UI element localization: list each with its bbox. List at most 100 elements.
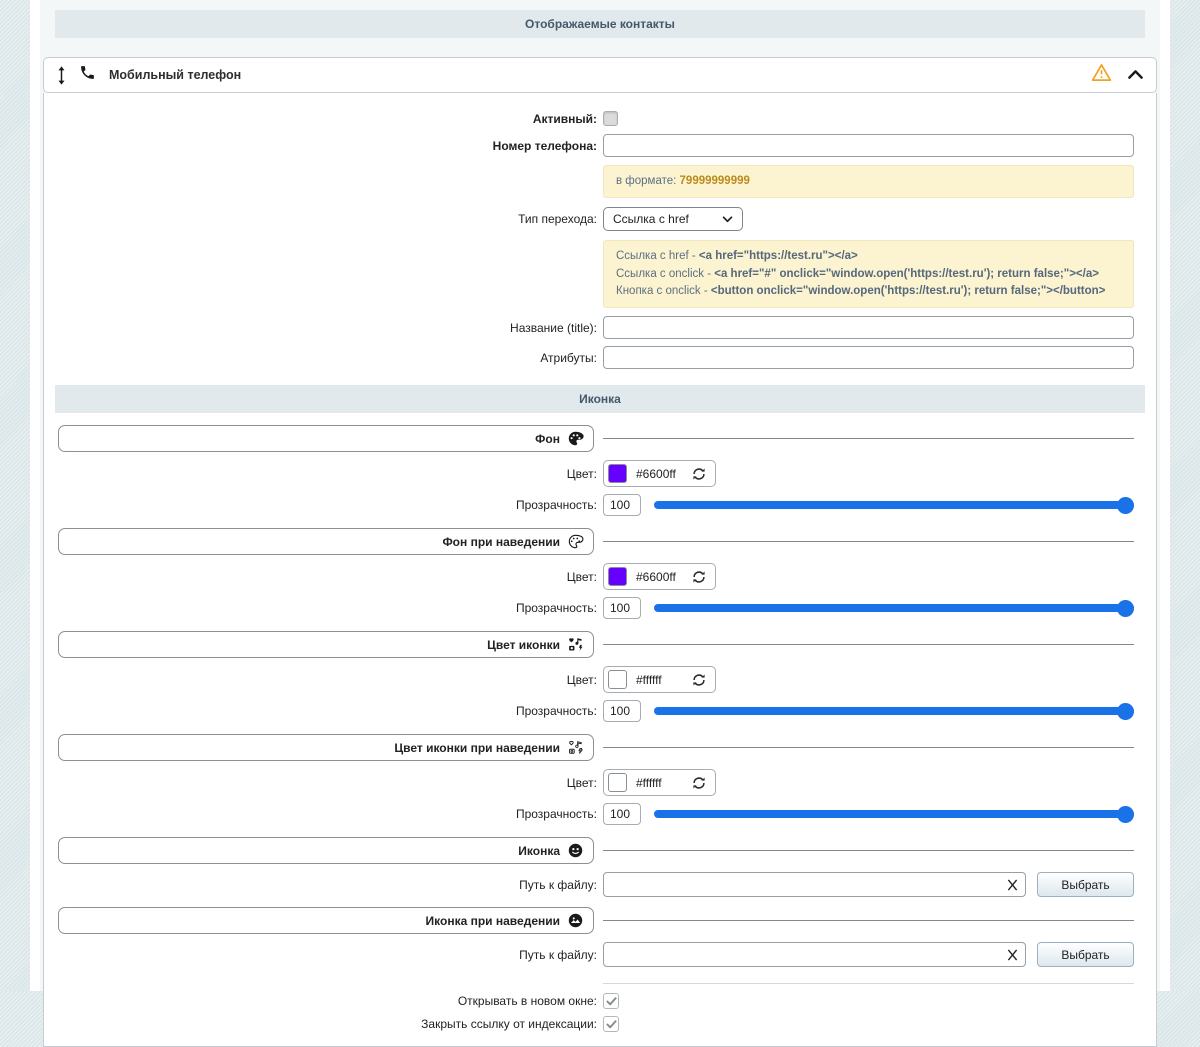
contacts-section-title: Отображаемые контакты (525, 17, 675, 31)
icon-file-row: Путь к файлу: Выбрать (58, 872, 1134, 897)
icon-hover-file-row: Путь к файлу: Выбрать (58, 942, 1134, 967)
active-checkbox[interactable] (603, 111, 618, 126)
title-field-label: Название (title): (58, 321, 603, 335)
attributes-row: Атрибуты: (58, 346, 1134, 369)
file-path-input[interactable] (603, 942, 1026, 967)
opacity-input[interactable] (603, 494, 641, 516)
palette-icon (567, 430, 584, 447)
icon-face-icon (567, 842, 584, 859)
opacity-input[interactable] (603, 700, 641, 722)
warning-icon (1091, 63, 1112, 87)
icon-color-opacity-row: Прозрачность: (58, 700, 1134, 722)
group-divider-line (603, 541, 1134, 542)
icon-section-header: Иконка (55, 385, 1145, 413)
icon-color-row: Цвет: #ffffff (58, 666, 1134, 693)
icon-hover-file-group-pill: Иконка при наведении (58, 907, 594, 934)
background-opacity-row: Прозрачность: (58, 494, 1134, 516)
check-icon (606, 997, 617, 1006)
icon-color-hover-row: Цвет: #ffffff (58, 769, 1134, 796)
footer-divider (58, 983, 1134, 984)
phone-format-hint: в формате: 79999999999 (603, 165, 1134, 198)
color-swatch[interactable] (608, 773, 627, 792)
noindex-checkbox[interactable] (603, 1016, 619, 1032)
choose-file-button[interactable]: Выбрать (1037, 942, 1134, 967)
color-hex-value: #6600ff (636, 467, 683, 481)
clear-file-icon[interactable] (1007, 878, 1018, 891)
icon-hover-file-group-header: Иконка при наведении (58, 907, 1134, 934)
reset-color-button[interactable] (692, 673, 706, 687)
phone-hint-row: в формате: 79999999999 (58, 165, 1134, 198)
opacity-label: Прозрачность: (58, 498, 603, 512)
phone-format-example: 79999999999 (680, 175, 750, 187)
opacity-label: Прозрачность: (58, 601, 603, 615)
icons-icon (567, 636, 584, 653)
icon-color-group-pill: Цвет иконки (58, 631, 594, 658)
opacity-input[interactable] (603, 803, 641, 825)
color-label: Цвет: (58, 467, 603, 481)
icon-file-group-header: Иконка (58, 837, 1134, 864)
new-window-checkbox[interactable] (603, 993, 619, 1009)
color-swatch[interactable] (608, 464, 627, 483)
group-divider-line (603, 747, 1134, 748)
slider-thumb[interactable] (1117, 600, 1134, 617)
file-path-input[interactable] (603, 872, 1026, 897)
icon-color-widget: #ffffff (603, 666, 716, 693)
group-divider-line (603, 644, 1134, 645)
opacity-slider[interactable] (654, 703, 1134, 720)
background-color-widget: #6600ff (603, 460, 716, 487)
title-input[interactable] (603, 316, 1134, 339)
color-swatch[interactable] (608, 670, 627, 689)
phone-input[interactable] (603, 134, 1134, 157)
opacity-slider[interactable] (654, 806, 1134, 823)
slider-thumb[interactable] (1117, 806, 1134, 823)
icon-face-hover-icon (567, 912, 584, 929)
attributes-input[interactable] (603, 346, 1134, 369)
icon-file-group-pill: Иконка (58, 837, 594, 864)
opacity-slider[interactable] (654, 600, 1134, 617)
group-divider-line (603, 920, 1134, 921)
group-divider-line (603, 438, 1134, 439)
background-hover-color-row: Цвет: #6600ff (58, 563, 1134, 590)
transition-row: Тип перехода: Ссылка с href (58, 207, 1134, 231)
color-hex-value: #ffffff (636, 776, 683, 790)
collapse-button[interactable] (1128, 66, 1143, 84)
transition-type-select[interactable]: Ссылка с href (603, 207, 743, 231)
icon-color-group-header: Цвет иконки (58, 631, 1134, 658)
icon-color-hover-opacity-row: Прозрачность: (58, 803, 1134, 825)
attributes-label: Атрибуты: (58, 351, 603, 365)
file-path-label: Путь к файлу: (58, 878, 603, 892)
page-container: Отображаемые контакты Мобильный телефон (30, 0, 1170, 991)
chevron-down-icon (722, 216, 733, 223)
color-swatch[interactable] (608, 567, 627, 586)
code-hint-row: Ссылка с href - <a href="https://test.ru… (58, 240, 1134, 308)
slider-thumb[interactable] (1117, 497, 1134, 514)
phone-row: Номер телефона: (58, 134, 1134, 157)
new-window-row: Открывать в новом окне: (58, 993, 1134, 1009)
background-group-pill: Фон (58, 425, 594, 452)
palette-outline-icon (567, 533, 584, 550)
active-row: Активный: (58, 111, 1134, 126)
icons-outline-icon (567, 739, 584, 756)
background-hover-opacity-row: Прозрачность: (58, 597, 1134, 619)
contact-card-header: Мобильный телефон (43, 57, 1157, 93)
clear-file-icon[interactable] (1007, 948, 1018, 961)
color-label: Цвет: (58, 673, 603, 687)
icon-color-hover-group-pill: Цвет иконки при наведении (58, 734, 594, 761)
color-hex-value: #ffffff (636, 673, 683, 687)
contact-card: Мобильный телефон Активный: (43, 57, 1157, 1047)
contact-card-body: Активный: Номер телефона: в формате: 799… (43, 93, 1157, 1047)
reset-color-button[interactable] (692, 467, 706, 481)
drag-handle-icon[interactable] (57, 66, 66, 85)
slider-thumb[interactable] (1117, 703, 1134, 720)
phone-label: Номер телефона: (58, 139, 603, 153)
choose-file-button[interactable]: Выбрать (1037, 872, 1134, 897)
noindex-row: Закрыть ссылку от индексации: (58, 1016, 1134, 1032)
background-hover-group-header: Фон при наведении (58, 528, 1134, 555)
title-field-row: Название (title): (58, 316, 1134, 339)
transition-code-hint: Ссылка с href - <a href="https://test.ru… (603, 240, 1134, 308)
reset-color-button[interactable] (692, 776, 706, 790)
color-label: Цвет: (58, 776, 603, 790)
reset-color-button[interactable] (692, 570, 706, 584)
opacity-input[interactable] (603, 597, 641, 619)
opacity-slider[interactable] (654, 497, 1134, 514)
